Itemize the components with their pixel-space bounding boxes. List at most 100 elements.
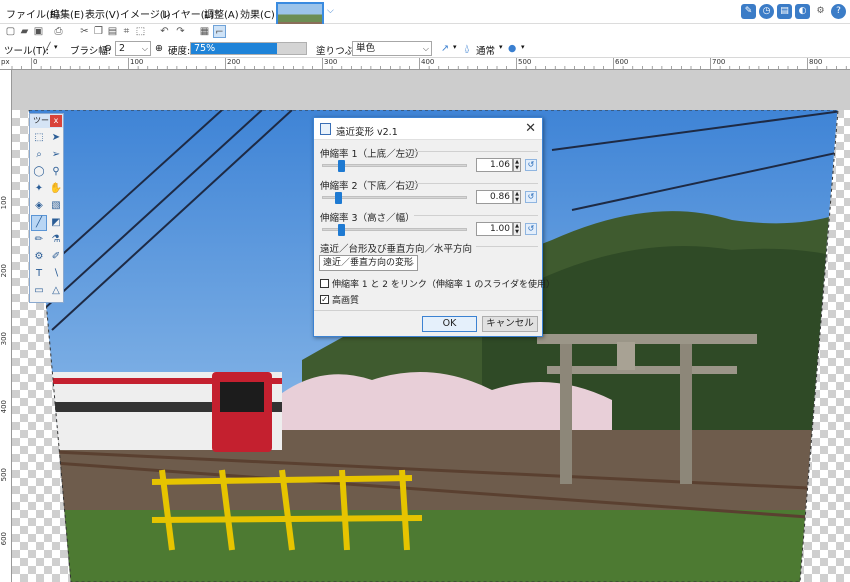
slider1-reset-button[interactable]: ↺	[525, 159, 537, 171]
cut-icon[interactable]: ✂	[78, 25, 91, 38]
save-icon[interactable]: ▣	[32, 25, 45, 38]
print-icon[interactable]: ⎙	[52, 25, 65, 38]
ruler-toggle-icon[interactable]: ⌐	[213, 25, 226, 38]
shapes-icon[interactable]: ▭	[31, 283, 47, 299]
blend-mode-value[interactable]: 通常	[476, 43, 495, 57]
tool-dropdown-icon[interactable]: ▾	[54, 43, 58, 51]
colors-window-icon[interactable]: ◐	[795, 4, 810, 19]
gradient-icon[interactable]: ▧	[48, 198, 64, 214]
move-pixels-icon[interactable]: ➤	[48, 130, 64, 146]
history-window-icon[interactable]: ◷	[759, 4, 774, 19]
paste-icon[interactable]: ▤	[106, 25, 119, 38]
help-icon[interactable]: ?	[831, 4, 846, 19]
antialias-icon[interactable]: ↗	[441, 43, 449, 54]
ruler-tick-label: 300	[324, 58, 338, 66]
slider2-track[interactable]	[322, 192, 467, 204]
paint-bucket-icon[interactable]: ◈	[31, 198, 47, 214]
clone-stamp-icon[interactable]: ⚙	[31, 249, 47, 265]
slider3-reset-button[interactable]: ↺	[525, 223, 537, 235]
eraser-icon[interactable]: ◩	[48, 215, 64, 231]
brush-width-select[interactable]: 2 ⌵	[115, 41, 151, 56]
lasso-icon[interactable]: ⌕	[31, 147, 47, 163]
line-curve-icon[interactable]: ∖	[48, 266, 64, 282]
shapes-alt-icon[interactable]: △	[48, 283, 64, 299]
brush-width-decrease-icon[interactable]: ⊖	[104, 43, 112, 54]
slider3-spin-button[interactable]: ▲ ▼	[513, 222, 521, 236]
cancel-button[interactable]: キャンセル	[482, 316, 538, 332]
link-checkbox-label[interactable]: 伸縮率 1 と 2 をリンク（伸縮率 1 のスライダを使用）	[332, 277, 555, 290]
copy-icon[interactable]: ❐	[92, 25, 105, 38]
slider3-track[interactable]	[322, 224, 467, 236]
recolor-icon[interactable]: ✐	[48, 249, 64, 265]
alpha-icon[interactable]: ●	[508, 43, 516, 54]
color-picker-icon[interactable]: ⚗	[48, 232, 64, 248]
chevron-down-icon: ⌵	[141, 44, 148, 53]
ruler-tick-label: 700	[712, 58, 726, 66]
grid-icon[interactable]: ▦	[198, 25, 211, 38]
high-quality-label[interactable]: 高画質	[332, 293, 359, 306]
rect-select-icon[interactable]: ⬚	[31, 130, 47, 146]
tool-grid: ⬚ ➤ ⌕ ➢ ◯ ⚲ ✦ ✋ ◈ ▧ ╱ ◩ ✏ ⚗ ⚙ ✐ T ∖ ▭ △	[30, 128, 63, 301]
slider2-thumb[interactable]	[335, 192, 343, 204]
slider2-value-input[interactable]: 0.86	[476, 190, 513, 204]
dialog-close-icon[interactable]: ✕	[525, 121, 536, 136]
redo-icon[interactable]: ↷	[174, 25, 187, 38]
hardness-slider[interactable]: 75%	[190, 42, 307, 55]
brush-tool-icon[interactable]: ╱	[41, 42, 54, 55]
text-icon[interactable]: T	[31, 266, 47, 282]
slider3-label: 伸縮率 3（高さ／幅）	[320, 213, 415, 224]
ruler-tick-label: 500	[518, 58, 532, 66]
mode-select[interactable]: 遠近／垂直方向の変形 ⌵	[319, 255, 418, 271]
slider3-value-input[interactable]: 1.00	[476, 222, 513, 236]
divider	[414, 215, 538, 216]
ruler-top: px 0 100 200 300 400 500 600 700 800	[0, 58, 850, 70]
slider1-thumb[interactable]	[338, 160, 346, 172]
pencil-icon[interactable]: ✏	[31, 232, 47, 248]
tab-chevron-down-icon[interactable]: ⌵	[327, 6, 334, 16]
brush-width-value: 2	[119, 43, 126, 54]
link-checkbox[interactable]	[320, 279, 329, 288]
zoom-icon[interactable]: ⚲	[48, 164, 64, 180]
divider	[476, 246, 538, 247]
slider1-spin-button[interactable]: ▲ ▼	[513, 158, 521, 172]
slider2-spin-button[interactable]: ▲ ▼	[513, 190, 521, 204]
slider2-reset-button[interactable]: ↺	[525, 191, 537, 203]
dialog-app-icon	[320, 123, 331, 135]
menu-view[interactable]: 表示(V)	[85, 6, 120, 21]
paintbrush-icon[interactable]: ╱	[31, 215, 47, 231]
pan-hand-icon[interactable]: ✋	[48, 181, 64, 197]
undo-icon[interactable]: ↶	[158, 25, 171, 38]
alpha-dropdown-icon[interactable]: ▾	[521, 43, 525, 51]
menu-effects[interactable]: 効果(C)	[240, 6, 275, 21]
blend-dropdown-icon[interactable]: ▾	[499, 43, 503, 51]
ok-button[interactable]: OK	[422, 316, 477, 332]
new-file-icon[interactable]: ▢	[4, 25, 17, 38]
ruler-tick-label: 200	[0, 264, 8, 278]
blend-mode-icon[interactable]: ⍙	[464, 43, 470, 54]
menu-edit[interactable]: 編集(E)	[50, 6, 84, 21]
slider1-value-input[interactable]: 1.06	[476, 158, 513, 172]
hardness-value: 75%	[194, 43, 216, 54]
move-selection-icon[interactable]: ➢	[48, 147, 64, 163]
crop-icon[interactable]: ⌗	[120, 25, 133, 38]
high-quality-checkbox[interactable]: ✓	[320, 295, 329, 304]
magic-wand-icon[interactable]: ✦	[31, 181, 47, 197]
dialog-titlebar[interactable]: 遠近変形 v2.1 ✕	[314, 118, 542, 140]
ruler-unit-label: px	[1, 58, 10, 66]
open-folder-icon[interactable]: ▰	[18, 25, 31, 38]
palette-close-button[interactable]: x	[50, 115, 62, 127]
chevron-down-icon: ⌵	[422, 44, 429, 53]
antialias-dropdown-icon[interactable]: ▾	[453, 43, 457, 51]
settings-gear-icon[interactable]: ⚙	[813, 4, 828, 19]
brush-width-increase-icon[interactable]: ⊕	[155, 43, 163, 54]
tools-window-icon[interactable]: ✎	[741, 4, 756, 19]
palette-titlebar[interactable]: ツー x	[30, 114, 63, 128]
deselect-icon[interactable]: ⬚	[134, 25, 147, 38]
slider1-label: 伸縮率 1（上底／左辺）	[320, 149, 425, 160]
slider1-track[interactable]	[322, 160, 467, 172]
ellipse-select-icon[interactable]: ◯	[31, 164, 47, 180]
slider3-thumb[interactable]	[337, 224, 345, 236]
menu-adjust[interactable]: 調整(A)	[204, 6, 239, 21]
layers-window-icon[interactable]: ▤	[777, 4, 792, 19]
fill-select[interactable]: 単色 ⌵	[352, 41, 432, 56]
